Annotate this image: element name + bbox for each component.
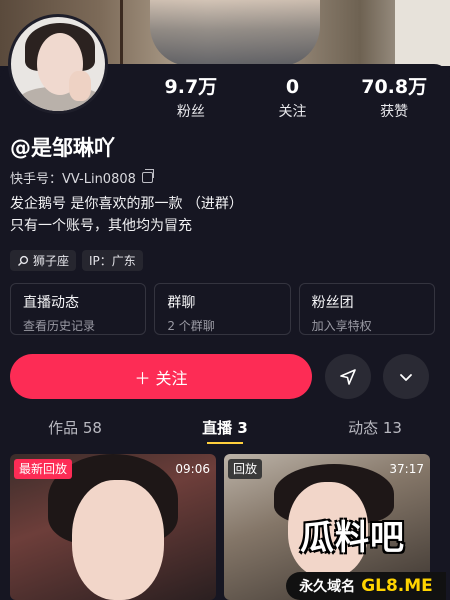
tag-ip: IP：广东 [82, 250, 143, 271]
stat-label: 获赞 [380, 104, 409, 120]
avatar-hand [69, 71, 91, 101]
tab-live[interactable]: 直播 3 [150, 412, 300, 444]
watermark-title: 瓜料吧 [300, 518, 405, 558]
bio-line: 只有一个账号，其他均为冒充 [10, 218, 192, 234]
cover-figure [150, 0, 320, 66]
replay-badge: 最新回放 [14, 459, 73, 479]
zodiac-icon [18, 255, 29, 266]
watermark-domain: GL8.ME [361, 576, 433, 596]
card-title: 直播动态 [23, 295, 79, 311]
uid-text: 快手号：VV-Lin0808 [10, 172, 136, 187]
copy-icon[interactable] [141, 169, 154, 183]
chevron-down-icon [400, 373, 412, 381]
stat-value: 0 [285, 76, 300, 98]
share-button[interactable] [325, 354, 371, 399]
card-subtitle: 加入享特权 [311, 319, 372, 333]
watermark-bar: 永久域名 GL8.ME [286, 572, 446, 600]
card-live-history[interactable]: 直播动态 查看历史记录 [10, 283, 147, 335]
bio-line: 发企鹅号 是你喜欢的那一款 （进群） [10, 196, 243, 212]
stat-label: 关注 [278, 104, 307, 120]
card-fan-club[interactable]: 粉丝团 加入享特权 [298, 283, 435, 335]
tag-label: 狮子座 [33, 254, 70, 268]
card-subtitle: 查看历史记录 [23, 319, 96, 333]
tag-label: IP：广东 [89, 254, 136, 268]
profile-name: @是邹琳吖 [10, 136, 115, 160]
stat-likes[interactable]: 70.8万 获赞 [343, 75, 445, 121]
thumb-face [72, 480, 164, 600]
watermark: 瓜料吧 永久域名 GL8.ME [278, 510, 450, 600]
card-group-chat[interactable]: 群聊 2 个群聊 [154, 283, 291, 335]
replay-badge: 回放 [228, 459, 263, 479]
stat-value: 9.7万 [164, 76, 218, 98]
cover-frame-line [120, 0, 123, 66]
profile-uid: 快手号：VV-Lin0808 [10, 168, 154, 187]
feature-cards: 直播动态 查看历史记录 群聊 2 个群聊 粉丝团 加入享特权 [10, 283, 435, 335]
replay-thumb[interactable]: 最新回放 09:06 [10, 454, 216, 600]
content-tabs: 作品 58 直播 3 动态 13 [0, 412, 450, 444]
avatar[interactable] [8, 14, 108, 114]
card-subtitle: 2 个群聊 [167, 319, 215, 333]
card-title: 群聊 [167, 295, 196, 311]
stat-label: 粉丝 [176, 104, 205, 120]
watermark-label: 永久域名 [299, 579, 356, 595]
cover-wallpaper [395, 0, 450, 66]
profile-stats: 9.7万 粉丝 0 关注 70.8万 获赞 [140, 75, 445, 121]
send-icon [340, 368, 356, 385]
tab-moments[interactable]: 动态 13 [300, 412, 450, 444]
replay-duration: 09:06 [175, 462, 210, 476]
tab-works[interactable]: 作品 58 [0, 412, 150, 444]
profile-tags: 狮子座 IP：广东 [10, 250, 143, 271]
profile-bio: 发企鹅号 是你喜欢的那一款 （进群） 只有一个账号，其他均为冒充 [10, 193, 243, 237]
stat-following[interactable]: 0 关注 [242, 75, 344, 121]
replay-duration: 37:17 [389, 462, 424, 476]
card-title: 粉丝团 [311, 295, 354, 311]
stat-value: 70.8万 [361, 76, 428, 98]
tag-zodiac[interactable]: 狮子座 [10, 250, 77, 271]
more-button[interactable] [383, 354, 429, 399]
follow-button[interactable]: ＋ 关注 [10, 354, 312, 399]
stat-fans[interactable]: 9.7万 粉丝 [140, 75, 242, 121]
